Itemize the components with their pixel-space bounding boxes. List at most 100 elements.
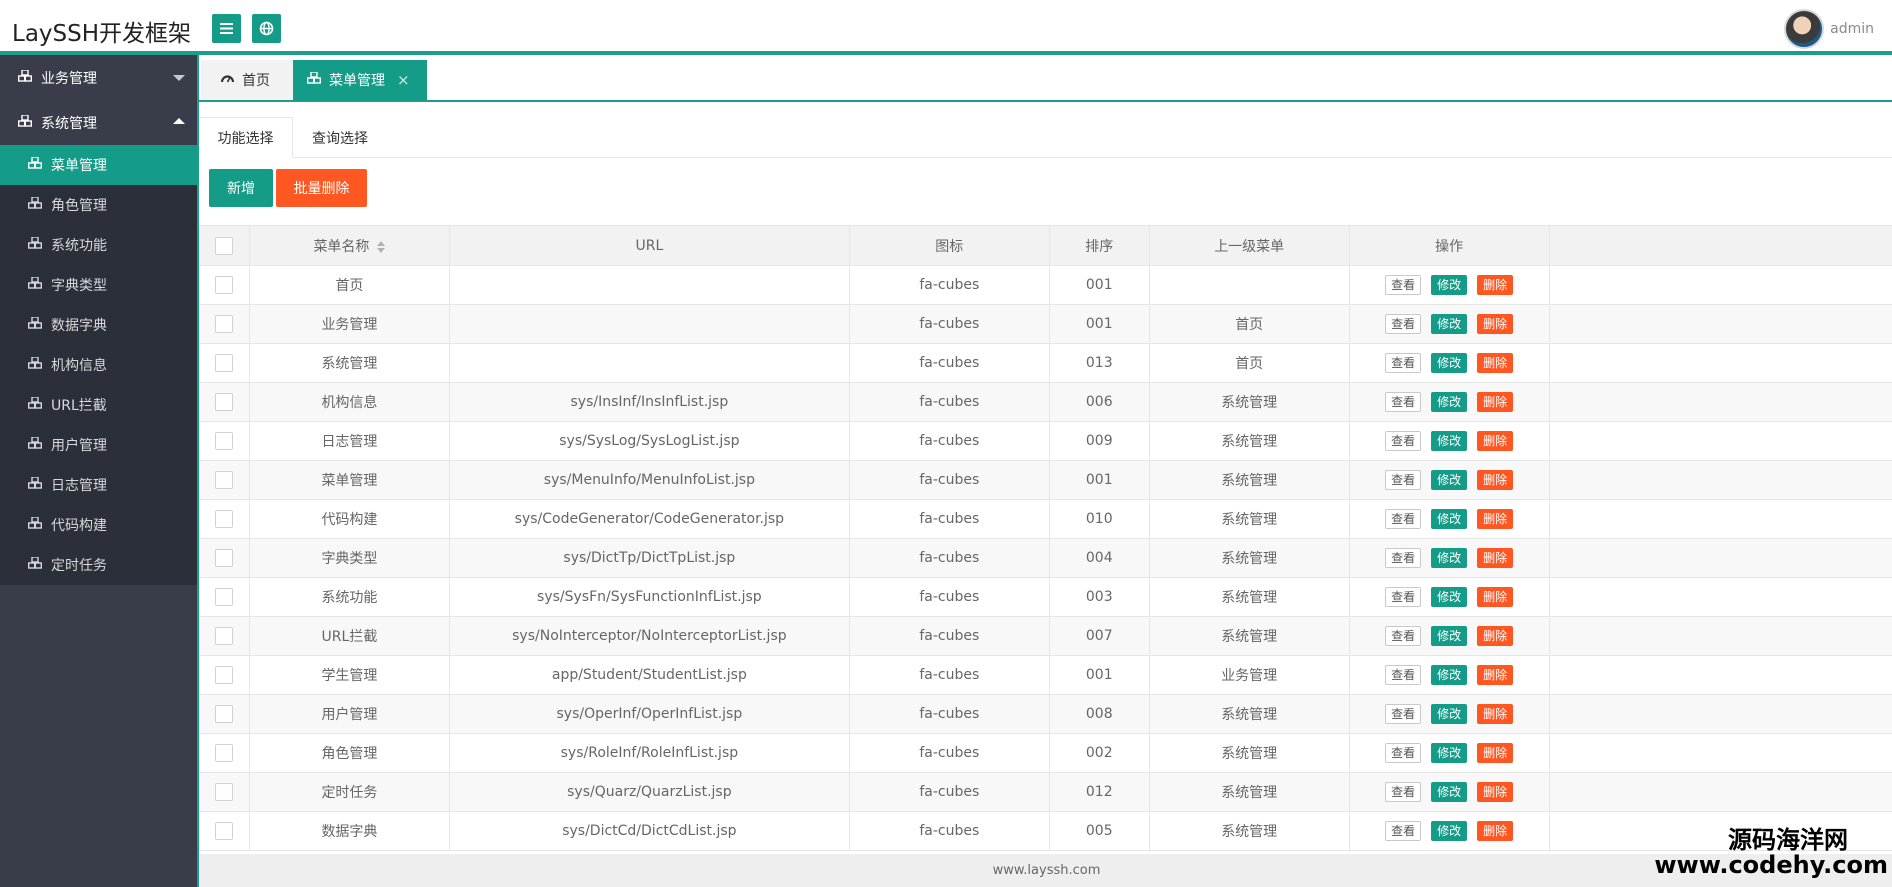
view-button[interactable]: 查看 (1385, 431, 1422, 451)
add-button[interactable]: 新增 (209, 169, 273, 207)
edit-button[interactable]: 修改 (1431, 509, 1468, 529)
sidebar-item[interactable]: URL拦截 (0, 385, 197, 425)
sidebar-group-system[interactable]: 系统管理 (0, 100, 197, 145)
table-row[interactable]: 业务管理 fa-cubes 001 首页 查看 修改 删除 (199, 304, 1892, 344)
view-button[interactable]: 查看 (1385, 587, 1422, 607)
tab-home[interactable]: 首页 (201, 60, 293, 100)
delete-button[interactable]: 删除 (1477, 821, 1514, 841)
delete-button[interactable]: 删除 (1477, 665, 1514, 685)
table-row[interactable]: 角色管理 sys/RoleInf/RoleInfList.jsp fa-cubes 0… (199, 733, 1892, 773)
user-name[interactable]: admin (1830, 21, 1874, 37)
edit-button[interactable]: 修改 (1431, 392, 1468, 412)
view-button[interactable]: 查看 (1385, 392, 1422, 412)
sidebar-item[interactable]: 日志管理 (0, 465, 197, 505)
row-checkbox[interactable] (215, 666, 234, 684)
edit-button[interactable]: 修改 (1431, 743, 1468, 763)
table-row[interactable]: 日志管理 sys/SysLog/SysLogList.jsp fa-cubes 009… (199, 421, 1892, 461)
row-checkbox[interactable] (215, 471, 234, 489)
row-checkbox[interactable] (215, 588, 234, 606)
row-checkbox[interactable] (215, 393, 234, 411)
delete-button[interactable]: 删除 (1477, 275, 1514, 295)
delete-button[interactable]: 删除 (1477, 548, 1514, 568)
table-row[interactable]: 首页 fa-cubes 001 查看 修改 删除 (199, 265, 1892, 305)
sort-icon[interactable] (377, 240, 386, 253)
view-button[interactable]: 查看 (1385, 626, 1422, 646)
row-checkbox[interactable] (215, 627, 234, 645)
view-button[interactable]: 查看 (1385, 704, 1422, 724)
edit-button[interactable]: 修改 (1431, 314, 1468, 334)
tab-menu-management[interactable]: 菜单管理 × (293, 60, 427, 100)
table-row[interactable]: 定时任务 sys/Quarz/QuarzList.jsp fa-cubes 012 系统… (199, 772, 1892, 812)
delete-button[interactable]: 删除 (1477, 509, 1514, 529)
delete-button[interactable]: 删除 (1477, 353, 1514, 373)
row-checkbox[interactable] (215, 783, 234, 801)
row-checkbox[interactable] (215, 822, 234, 840)
close-icon[interactable]: × (397, 71, 410, 89)
view-button[interactable]: 查看 (1385, 743, 1422, 763)
table-row[interactable]: URL拦截 sys/NoInterceptor/NoInterceptorList… (199, 616, 1892, 656)
delete-button[interactable]: 删除 (1477, 392, 1514, 412)
table-row[interactable]: 系统功能 sys/SysFn/SysFunctionInfList.jsp fa-c… (199, 577, 1892, 617)
sidebar-group-business[interactable]: 业务管理 (0, 55, 197, 100)
edit-button[interactable]: 修改 (1431, 782, 1468, 802)
table-row[interactable]: 机构信息 sys/InsInf/InsInfList.jsp fa-cubes 006… (199, 382, 1892, 422)
row-checkbox[interactable] (215, 432, 234, 450)
row-checkbox[interactable] (215, 510, 234, 528)
row-checkbox[interactable] (215, 744, 234, 762)
table-row[interactable]: 用户管理 sys/OperInf/OperInfList.jsp fa-cubes 0… (199, 694, 1892, 734)
delete-button[interactable]: 删除 (1477, 704, 1514, 724)
user-menu[interactable]: admin (1784, 9, 1874, 49)
sidebar-item[interactable]: 代码构建 (0, 505, 197, 545)
column-header[interactable]: 菜单名称 (248, 225, 450, 266)
row-checkbox[interactable] (215, 315, 234, 333)
sidebar-item[interactable]: 字典类型 (0, 265, 197, 305)
toggle-menu-button[interactable] (212, 14, 241, 43)
edit-button[interactable]: 修改 (1431, 821, 1468, 841)
delete-button[interactable]: 删除 (1477, 587, 1514, 607)
delete-button[interactable]: 删除 (1477, 626, 1514, 646)
edit-button[interactable]: 修改 (1431, 470, 1468, 490)
view-button[interactable]: 查看 (1385, 275, 1422, 295)
table-row[interactable]: 菜单管理 sys/MenuInfo/MenuInfoList.jsp fa-cube… (199, 460, 1892, 500)
row-checkbox[interactable] (215, 354, 234, 372)
subtab-function[interactable]: 功能选择 (199, 117, 293, 158)
sidebar-item[interactable]: 用户管理 (0, 425, 197, 465)
table-row[interactable]: 系统管理 fa-cubes 013 首页 查看 修改 删除 (199, 343, 1892, 383)
sidebar-item[interactable]: 系统功能 (0, 225, 197, 265)
sidebar-item[interactable]: 角色管理 (0, 185, 197, 225)
avatar[interactable] (1784, 9, 1825, 49)
row-checkbox[interactable] (215, 276, 234, 294)
edit-button[interactable]: 修改 (1431, 587, 1468, 607)
table-row[interactable]: 字典类型 sys/DictTp/DictTpList.jsp fa-cubes 004… (199, 538, 1892, 578)
delete-button[interactable]: 删除 (1477, 743, 1514, 763)
view-button[interactable]: 查看 (1385, 314, 1422, 334)
delete-button[interactable]: 删除 (1477, 314, 1514, 334)
view-button[interactable]: 查看 (1385, 470, 1422, 490)
subtab-query[interactable]: 查询选择 (293, 117, 387, 158)
batch-delete-button[interactable]: 批量删除 (276, 169, 367, 207)
view-button[interactable]: 查看 (1385, 548, 1422, 568)
sidebar-item[interactable]: 菜单管理 (0, 145, 197, 185)
sidebar-item[interactable]: 数据字典 (0, 305, 197, 345)
view-button[interactable]: 查看 (1385, 665, 1422, 685)
edit-button[interactable]: 修改 (1431, 275, 1468, 295)
delete-button[interactable]: 删除 (1477, 470, 1514, 490)
edit-button[interactable]: 修改 (1431, 548, 1468, 568)
edit-button[interactable]: 修改 (1431, 704, 1468, 724)
row-checkbox[interactable] (215, 705, 234, 723)
view-button[interactable]: 查看 (1385, 821, 1422, 841)
select-all-checkbox[interactable] (215, 236, 234, 255)
view-button[interactable]: 查看 (1385, 782, 1422, 802)
view-button[interactable]: 查看 (1385, 353, 1422, 373)
globe-button[interactable] (252, 14, 281, 43)
table-row[interactable]: 代码构建 sys/CodeGenerator/CodeGenerator.jsp f… (199, 499, 1892, 539)
delete-button[interactable]: 删除 (1477, 782, 1514, 802)
table-row[interactable]: 学生管理 app/Student/StudentList.jsp fa-cubes 0… (199, 655, 1892, 695)
delete-button[interactable]: 删除 (1477, 431, 1514, 451)
edit-button[interactable]: 修改 (1431, 626, 1468, 646)
edit-button[interactable]: 修改 (1431, 431, 1468, 451)
row-checkbox[interactable] (215, 549, 234, 567)
view-button[interactable]: 查看 (1385, 509, 1422, 529)
edit-button[interactable]: 修改 (1431, 353, 1468, 373)
edit-button[interactable]: 修改 (1431, 665, 1468, 685)
